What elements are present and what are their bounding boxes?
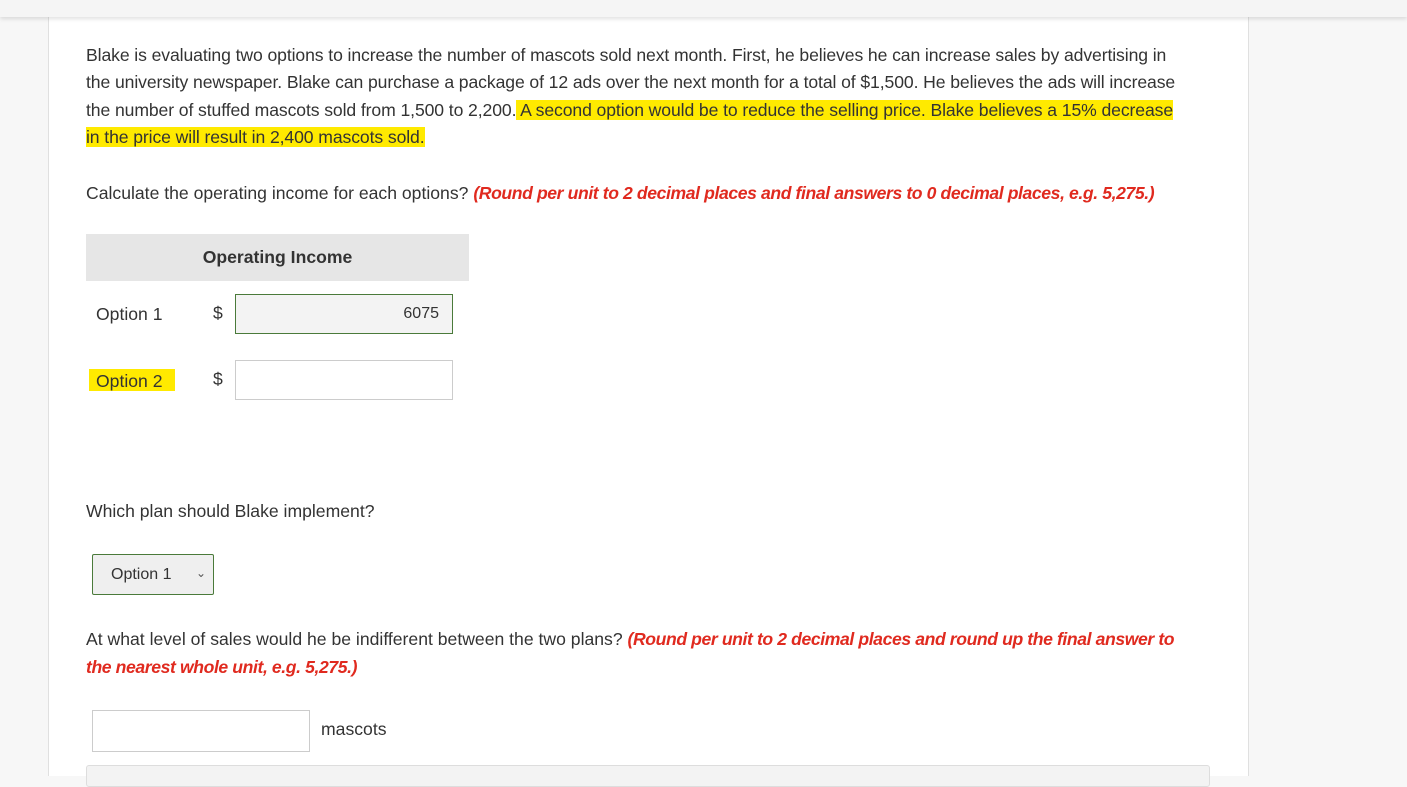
question-text: At what level of sales would he be indif… [86, 629, 623, 649]
unit-label: mascots [321, 719, 387, 739]
question-text: Calculate the operating income for each … [86, 183, 469, 203]
question-operating-income: Calculate the operating income for each … [86, 179, 1226, 207]
indifference-sales-input[interactable] [92, 710, 310, 752]
option-2-label: Option 2 [89, 369, 175, 391]
table-header: Operating Income [86, 234, 469, 281]
currency-symbol: $ [213, 303, 223, 323]
next-section-bar [86, 765, 1210, 787]
question-which-plan: Which plan should Blake implement? [86, 501, 375, 521]
rounding-instruction: (Round per unit to 2 decimal places and … [473, 183, 1155, 203]
option-1-label: Option 1 [96, 304, 163, 324]
option-2-income-input[interactable] [235, 360, 453, 400]
plan-select[interactable]: Option 1 ⌄ [92, 554, 214, 595]
question-indifference: At what level of sales would he be indif… [86, 625, 1186, 681]
top-bar [0, 0, 1407, 17]
option-1-income-input[interactable]: 6075 [235, 294, 453, 334]
chevron-down-icon: ⌄ [195, 566, 206, 580]
selected-value: Option 1 [111, 565, 172, 583]
currency-symbol: $ [213, 369, 223, 389]
problem-statement: Blake is evaluating two options to incre… [86, 42, 1186, 152]
